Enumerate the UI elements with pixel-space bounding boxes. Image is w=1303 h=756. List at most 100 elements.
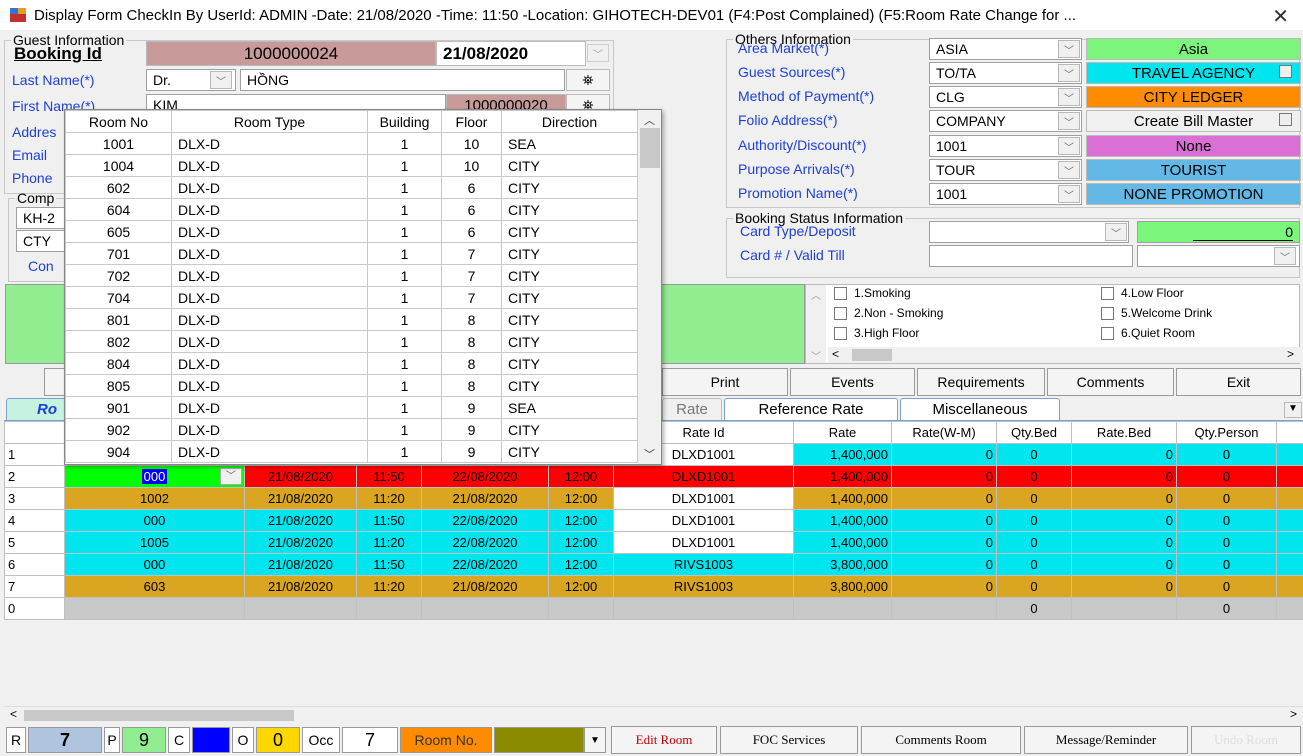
- grid-cell-arrival-time[interactable]: 11:20: [356, 531, 422, 554]
- room-lookup-direction[interactable]: CITY: [501, 154, 638, 177]
- list-item[interactable]: 904 DLX-D 1 9 CITY: [65, 440, 638, 463]
- scroll-right-icon[interactable]: >: [1287, 347, 1294, 361]
- table-row[interactable]: 4 000 21/08/2020 11:50 22/08/2020 12:00 …: [4, 509, 1303, 532]
- preference-checkbox[interactable]: [1101, 307, 1114, 320]
- preference-checkbox[interactable]: [834, 287, 847, 300]
- message-reminder-button[interactable]: Message/Reminder: [1024, 726, 1188, 754]
- grid-cell-qty-person[interactable]: 0: [1176, 509, 1277, 532]
- grid-cell-arrival-time[interactable]: 11:50: [356, 509, 422, 532]
- room-lookup-header-floor[interactable]: Floor: [441, 110, 502, 133]
- grid-scroll-thumb[interactable]: [24, 710, 294, 721]
- room-lookup-floor[interactable]: 7: [441, 242, 502, 265]
- chevron-down-icon[interactable]: ﹀: [1058, 161, 1080, 179]
- grid-cell-arrival[interactable]: 21/08/2020: [244, 531, 357, 554]
- room-lookup-room-type[interactable]: DLX-D: [171, 330, 368, 353]
- grid-cell-rate[interactable]: 1,400,000: [793, 509, 892, 532]
- scroll-left-icon[interactable]: <: [832, 347, 839, 361]
- room-lookup-floor[interactable]: 9: [441, 396, 502, 419]
- events-button[interactable]: Events: [790, 368, 915, 396]
- edit-room-button[interactable]: Edit Room: [611, 726, 717, 754]
- room-lookup-room-no[interactable]: 704: [65, 286, 172, 309]
- room-lookup-floor[interactable]: 9: [441, 440, 502, 463]
- room-lookup-building[interactable]: 1: [367, 396, 442, 419]
- grid-cell-arrival[interactable]: 21/08/2020: [244, 553, 357, 576]
- preference-checkbox[interactable]: [834, 327, 847, 340]
- list-item[interactable]: 704 DLX-D 1 7 CITY: [65, 286, 638, 309]
- room-lookup-direction[interactable]: CITY: [501, 418, 638, 441]
- grid-cell-room[interactable]: 1002: [64, 487, 245, 510]
- room-lookup-room-no[interactable]: 1004: [65, 154, 172, 177]
- room-lookup-floor[interactable]: 10: [441, 154, 502, 177]
- grid-cell-arrival[interactable]: 21/08/2020: [244, 465, 357, 488]
- title-dropdown-icon[interactable]: ﹀: [210, 71, 232, 89]
- grid-cell-rate-wm[interactable]: 0: [891, 487, 997, 510]
- grid-cell-rate-bed[interactable]: 0: [1071, 465, 1177, 488]
- grid-cell-rate-id[interactable]: RIVS1003: [613, 553, 794, 576]
- grid-cell-rate-bed[interactable]: 0: [1071, 487, 1177, 510]
- booking-date-dropdown[interactable]: ﹀: [587, 44, 609, 62]
- room-lookup-room-no[interactable]: 904: [65, 440, 172, 463]
- room-lookup-building[interactable]: 1: [367, 418, 442, 441]
- room-lookup-room-type[interactable]: DLX-D: [171, 198, 368, 221]
- room-lookup-room-no[interactable]: 801: [65, 308, 172, 331]
- grid-cell-departure[interactable]: 22/08/2020: [421, 509, 549, 532]
- room-lookup-building[interactable]: 1: [367, 330, 442, 353]
- room-lookup-building[interactable]: 1: [367, 132, 442, 155]
- grid-cell-room[interactable]: 000: [64, 509, 245, 532]
- chevron-down-icon[interactable]: ﹀: [1058, 64, 1080, 82]
- grid-cell-rate-wm[interactable]: 0: [891, 553, 997, 576]
- grid-cell-rate-id[interactable]: DLXD1001: [613, 465, 794, 488]
- room-lookup-direction[interactable]: CITY: [501, 352, 638, 375]
- room-lookup-floor[interactable]: 7: [441, 264, 502, 287]
- room-lookup-room-type[interactable]: DLX-D: [171, 396, 368, 419]
- room-lookup-building[interactable]: 1: [367, 176, 442, 199]
- tab-miscellaneous[interactable]: Miscellaneous: [900, 398, 1060, 420]
- room-lookup-room-no[interactable]: 604: [65, 198, 172, 221]
- room-lookup-room-type[interactable]: DLX-D: [171, 374, 368, 397]
- room-lookup-floor[interactable]: 7: [441, 286, 502, 309]
- grid-cell-rate-wm[interactable]: 0: [891, 575, 997, 598]
- room-lookup-building[interactable]: 1: [367, 440, 442, 463]
- grid-cell-qty-person[interactable]: 0: [1176, 531, 1277, 554]
- chevron-down-icon[interactable]: ﹀: [1058, 88, 1080, 106]
- grid-scroll-right-icon[interactable]: >: [1290, 707, 1297, 721]
- room-lookup-floor[interactable]: 8: [441, 374, 502, 397]
- comments-room-button[interactable]: Comments Room: [861, 726, 1021, 754]
- room-lookup-room-type[interactable]: DLX-D: [171, 264, 368, 287]
- grid-cell-rate-id[interactable]: DLXD1001: [613, 531, 794, 554]
- grid-cell-arrival[interactable]: 21/08/2020: [244, 487, 357, 510]
- grid-cell-rate-bed[interactable]: 0: [1071, 575, 1177, 598]
- room-lookup-room-no[interactable]: 802: [65, 330, 172, 353]
- grid-cell-rate-bed[interactable]: 0: [1071, 553, 1177, 576]
- chevron-down-icon[interactable]: ﹀: [220, 468, 242, 485]
- card-type-dropdown-icon[interactable]: ﹀: [1105, 223, 1127, 241]
- grid-header-rate-wm[interactable]: Rate(W-M): [891, 421, 997, 444]
- valid-till-dropdown-icon[interactable]: ﹀: [1274, 247, 1296, 265]
- room-lookup-room-no[interactable]: 1001: [65, 132, 172, 155]
- booking-id-field[interactable]: 1000000024: [146, 41, 436, 66]
- grid-cell-arrival-time[interactable]: 11:20: [356, 487, 422, 510]
- grid-cell-rate-wm[interactable]: 0: [891, 509, 997, 532]
- room-lookup-floor[interactable]: 10: [441, 132, 502, 155]
- grid-cell-rate-bed[interactable]: 0: [1071, 531, 1177, 554]
- comments-button[interactable]: Comments: [1047, 368, 1174, 396]
- binoculars-icon[interactable]: ⛯: [566, 69, 610, 91]
- scroll-down-icon[interactable]: ﹀: [644, 446, 655, 462]
- room-lookup-room-no[interactable]: 605: [65, 220, 172, 243]
- room-no-select[interactable]: [494, 727, 584, 753]
- room-lookup-header-room-type[interactable]: Room Type: [171, 110, 368, 133]
- grid-cell-rate-wm[interactable]: 0: [891, 531, 997, 554]
- preference-checkbox[interactable]: [1101, 327, 1114, 340]
- room-lookup-header-room-no[interactable]: Room No: [65, 110, 172, 133]
- room-lookup-floor[interactable]: 6: [441, 198, 502, 221]
- grid-cell-arrival-time[interactable]: 11:50: [356, 553, 422, 576]
- room-lookup-building[interactable]: 1: [367, 220, 442, 243]
- room-lookup-floor[interactable]: 6: [441, 176, 502, 199]
- grid-cell-rate[interactable]: 1,400,000: [793, 465, 892, 488]
- close-icon[interactable]: ✕: [1272, 4, 1289, 29]
- grid-cell-qty-bed[interactable]: 0: [996, 443, 1072, 466]
- list-item[interactable]: 701 DLX-D 1 7 CITY: [65, 242, 638, 265]
- undo-room-button[interactable]: Undo Room: [1191, 726, 1301, 754]
- room-lookup-building[interactable]: 1: [367, 264, 442, 287]
- table-row[interactable]: 3 1002 21/08/2020 11:20 21/08/2020 12:00…: [4, 487, 1303, 510]
